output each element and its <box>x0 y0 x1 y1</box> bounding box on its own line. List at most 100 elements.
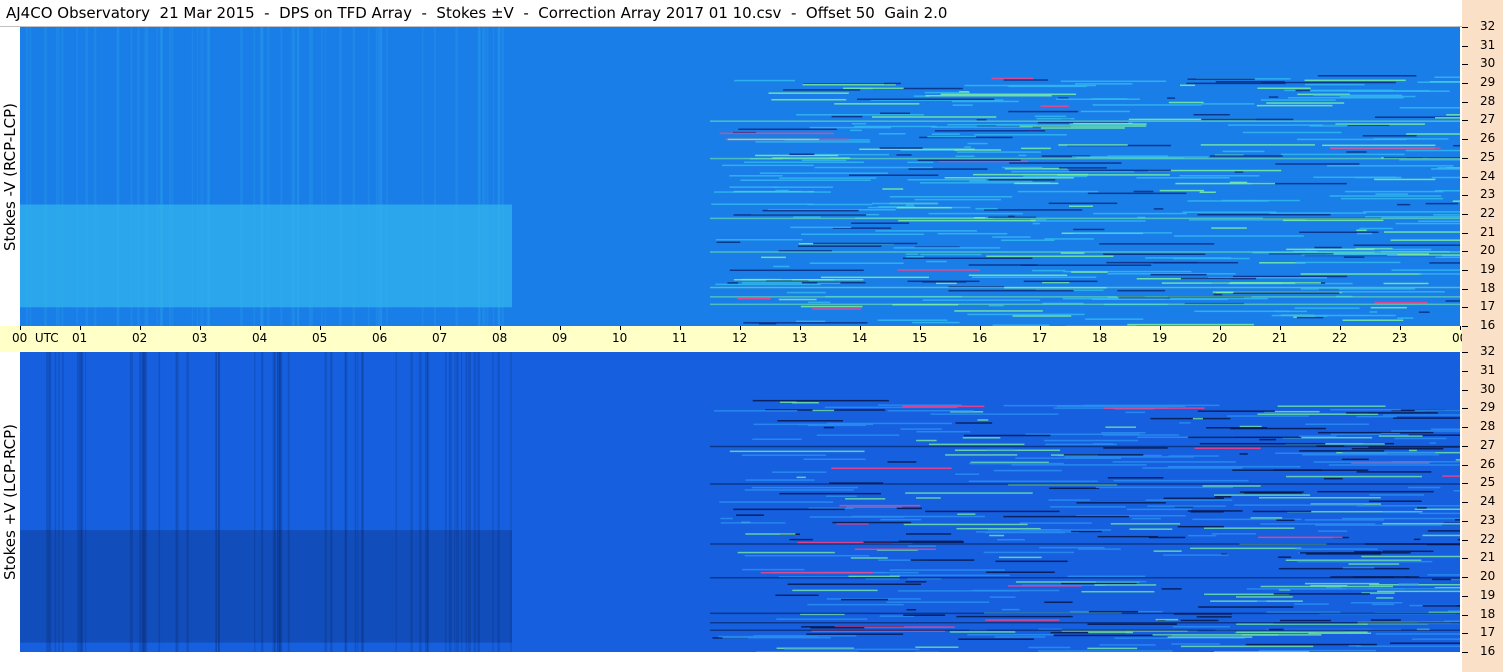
time-axis: 00 UTC 01 02 03 04 05 06 07 08 09 10 11 12 13 14 15 16 17… <box>0 326 1493 352</box>
time-tick-label: 13 <box>792 331 808 345</box>
frequency-tick-label: 25 <box>1480 475 1496 490</box>
frequency-tick-mark <box>1462 445 1468 447</box>
frequency-tick-mark <box>1462 120 1468 122</box>
time-tick-label: 07 <box>432 331 448 345</box>
time-tick-label: 21 <box>1272 331 1288 345</box>
frequency-tick-mark <box>1462 427 1468 428</box>
frequency-tick-label: 20 <box>1480 569 1496 583</box>
frequency-tick-mark <box>1462 539 1468 541</box>
frequency-tick-label: 25 <box>1480 149 1496 164</box>
bottom-spectrogram-panel <box>20 352 1460 652</box>
frequency-tick-label: 23 <box>1480 512 1496 527</box>
time-tick-label: 16 <box>972 331 988 345</box>
frequency-tick-label: 19 <box>1480 587 1496 602</box>
top-spectrogram-panel <box>20 27 1460 326</box>
frequency-tick-label: 20 <box>1480 243 1496 258</box>
time-tick-label: 10 <box>612 331 628 345</box>
time-tick-mark <box>20 326 21 330</box>
frequency-tick-label: 22 <box>1480 205 1496 220</box>
frequency-tick-label: 28 <box>1480 419 1496 433</box>
time-tick-label: 12 <box>732 331 748 345</box>
time-tick-mark <box>500 326 501 330</box>
frequency-tick-mark <box>1462 101 1468 103</box>
frequency-tick-mark <box>1462 483 1468 485</box>
panel-0-feature-0 <box>20 204 512 308</box>
time-tick-mark <box>320 326 321 330</box>
frequency-tick-label: 24 <box>1480 168 1496 183</box>
frequency-tick-label: 23 <box>1480 187 1496 202</box>
time-tick-label: 20 <box>1212 331 1228 345</box>
time-tick-label: 05 <box>312 331 328 345</box>
time-tick-mark <box>1160 326 1161 330</box>
time-tick-label: 17 <box>1032 331 1048 345</box>
frequency-tick-mark <box>1462 520 1468 522</box>
top-ylabel-container: Stokes -V (RCP-LCP) <box>0 27 20 326</box>
chart-title: AJ4CO Observatory 21 Mar 2015 - DPS on T… <box>6 4 948 22</box>
frequency-tick-label: 29 <box>1480 75 1496 90</box>
time-tick-label: 19 <box>1152 331 1168 345</box>
time-tick-mark <box>140 326 141 330</box>
frequency-tick-mark <box>1462 45 1468 47</box>
time-tick-label: 00 UTC <box>12 331 59 345</box>
time-tick-mark <box>200 326 201 330</box>
frequency-tick-mark <box>1462 176 1468 178</box>
frequency-tick-mark <box>1462 408 1468 410</box>
frequency-tick-mark <box>1462 595 1468 597</box>
time-tick-label: 22 <box>1332 331 1348 345</box>
frequency-tick-mark <box>1462 64 1468 66</box>
time-tick-mark <box>380 326 381 330</box>
time-tick-mark <box>740 326 741 330</box>
time-tick-label: 04 <box>252 331 268 345</box>
frequency-tick-label: 27 <box>1480 437 1496 452</box>
bottom-spectrogram <box>20 352 1460 652</box>
time-tick-mark <box>1040 326 1041 330</box>
frequency-tick-mark <box>1462 27 1468 28</box>
time-tick-mark <box>1460 326 1461 330</box>
time-tick-mark <box>80 326 81 330</box>
frequency-tick-mark <box>1462 558 1468 560</box>
frequency-tick-mark <box>1462 195 1468 197</box>
time-tick-label: 08 <box>492 331 508 345</box>
frequency-tick-label: 32 <box>1480 344 1496 358</box>
time-tick-mark <box>860 326 861 330</box>
frequency-tick-mark <box>1462 326 1468 327</box>
time-tick-mark <box>800 326 801 330</box>
frequency-tick-label: 24 <box>1480 494 1496 508</box>
time-tick-label: 09 <box>552 331 568 345</box>
frequency-tick-label: 22 <box>1480 531 1496 546</box>
time-tick-mark <box>1100 326 1101 330</box>
time-tick-label: 14 <box>852 331 868 345</box>
time-tick-mark <box>620 326 621 330</box>
frequency-tick-label: 27 <box>1480 112 1496 127</box>
bottom-ylabel-container: Stokes +V (LCP-RCP) <box>0 352 20 652</box>
frequency-tick-label: 26 <box>1480 456 1496 471</box>
time-tick-mark <box>680 326 681 330</box>
frequency-tick-label: 30 <box>1480 381 1496 396</box>
time-tick-label: 15 <box>912 331 928 345</box>
frequency-tick-mark <box>1462 464 1468 466</box>
frequency-tick-mark <box>1462 633 1468 635</box>
frequency-tick-label: 17 <box>1480 625 1496 640</box>
frequency-tick-mark <box>1462 614 1468 616</box>
time-tick-mark <box>260 326 261 330</box>
frequency-tick-label: 29 <box>1480 400 1496 415</box>
top-ylabel: Stokes -V (RCP-LCP) <box>1 102 19 251</box>
frequency-tick-mark <box>1462 307 1468 309</box>
time-tick-mark <box>1280 326 1281 330</box>
time-tick-label: 06 <box>372 331 388 345</box>
frequency-tick-label: 19 <box>1480 261 1496 276</box>
frequency-tick-label: 18 <box>1480 280 1496 295</box>
frequency-tick-mark <box>1462 157 1468 159</box>
time-tick-label: 03 <box>192 331 208 345</box>
frequency-tick-label: 21 <box>1480 550 1496 565</box>
frequency-tick-mark <box>1462 269 1468 271</box>
frequency-tick-label: 17 <box>1480 299 1496 314</box>
frequency-tick-label: 21 <box>1480 224 1496 239</box>
time-tick-mark <box>1340 326 1341 330</box>
time-tick-mark <box>1220 326 1221 330</box>
frequency-tick-label: 18 <box>1480 606 1496 621</box>
time-tick-mark <box>980 326 981 330</box>
frequency-tick-label: 26 <box>1480 131 1496 146</box>
frequency-tick-label: 31 <box>1480 37 1496 52</box>
time-tick-label: 01 <box>72 331 88 345</box>
